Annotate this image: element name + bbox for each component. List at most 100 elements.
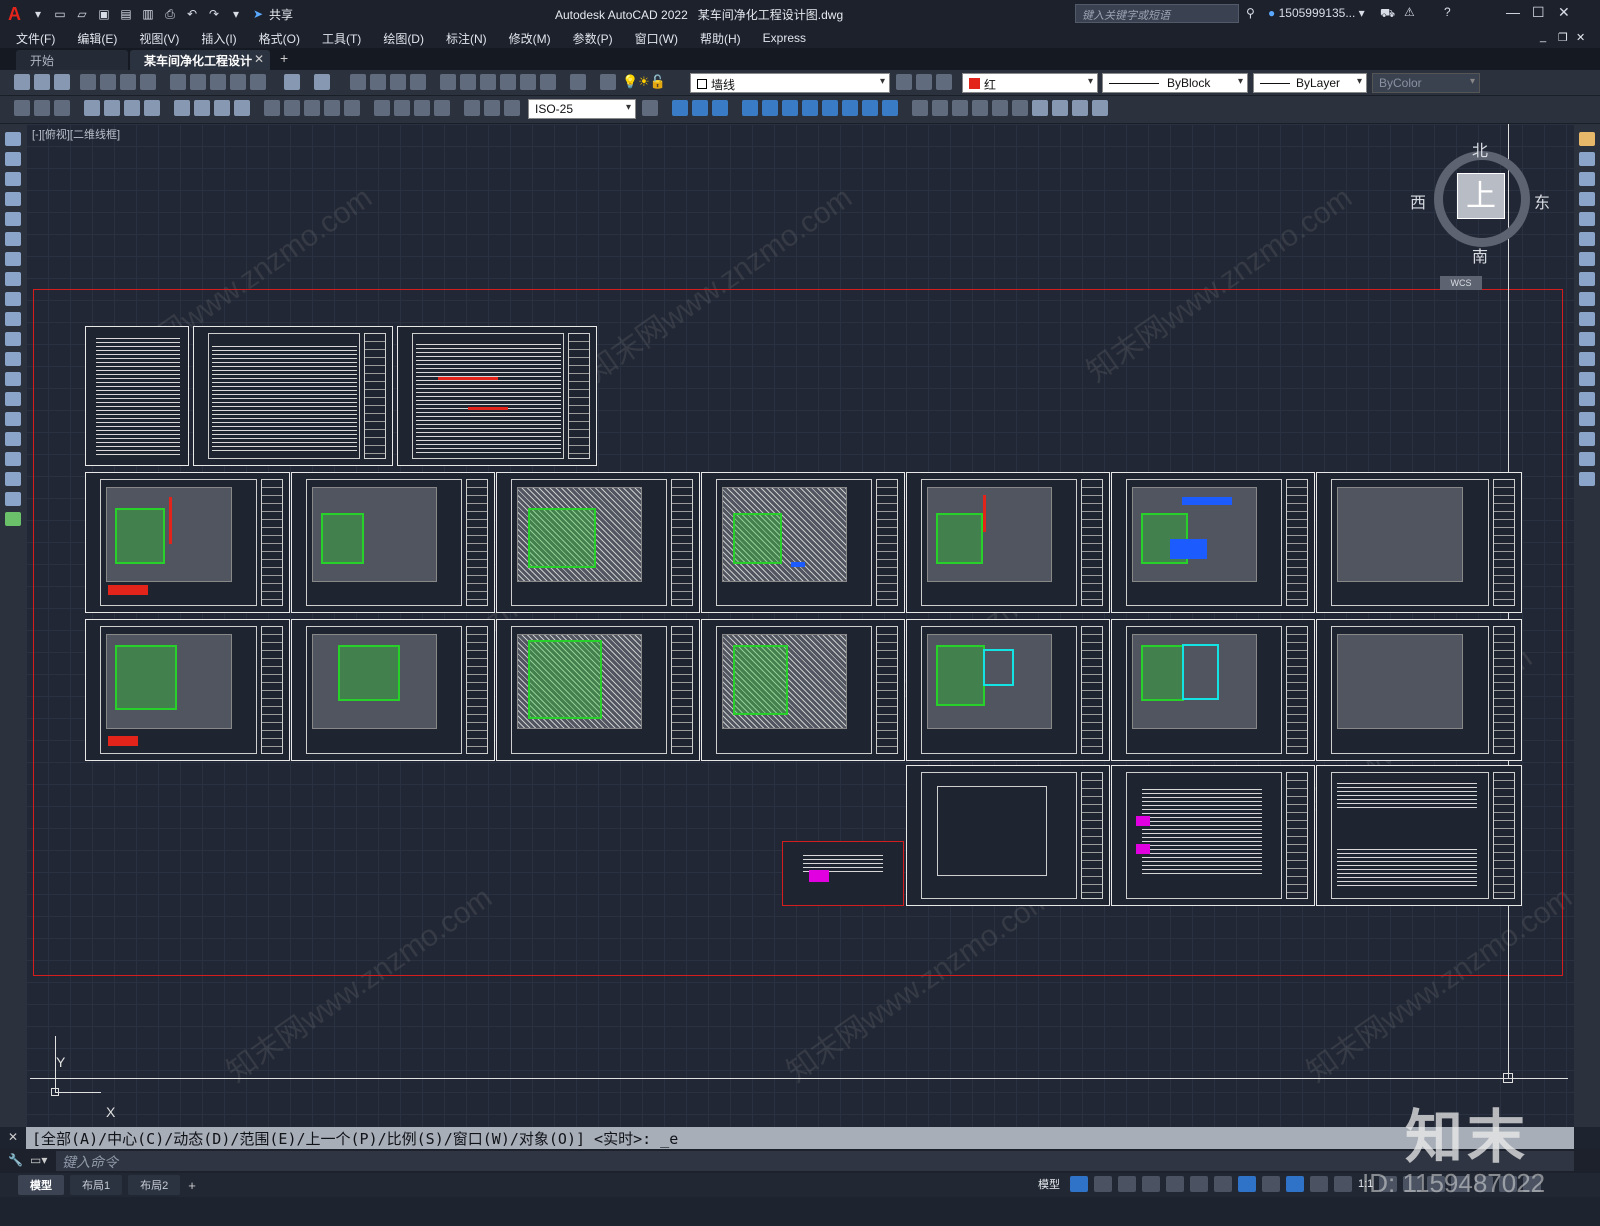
zoom-previous-icon[interactable]	[410, 74, 426, 90]
sheet-drawing-list[interactable]	[85, 326, 189, 466]
modify-explode-icon[interactable]	[1012, 100, 1028, 116]
move-icon[interactable]	[1579, 232, 1595, 246]
sheet-plan-2[interactable]	[291, 472, 495, 613]
qdim-icon[interactable]	[194, 100, 210, 116]
layer-match-icon[interactable]	[936, 74, 952, 90]
trim-icon[interactable]	[1579, 312, 1595, 326]
dim-aligned-icon[interactable]	[34, 100, 50, 116]
rotate-icon[interactable]	[1579, 252, 1595, 266]
wcs-menu[interactable]: WCS	[1440, 276, 1482, 290]
sheet-plan-5[interactable]	[906, 472, 1110, 613]
layer-dropdown[interactable]: 墙线 ▾	[690, 73, 890, 93]
table-icon[interactable]	[5, 472, 21, 486]
command-close-icon[interactable]: ✕	[8, 1130, 18, 1144]
properties-icon[interactable]	[440, 74, 456, 90]
line-icon[interactable]	[5, 132, 21, 146]
plot-icon[interactable]: ⎙	[161, 5, 179, 23]
match-prop-icon[interactable]	[230, 74, 246, 90]
sheet-set-icon[interactable]	[500, 74, 516, 90]
break-icon[interactable]	[1579, 372, 1595, 386]
new-file-icon[interactable]: ▭	[51, 5, 69, 23]
save-as-icon[interactable]: ▤	[117, 5, 135, 23]
doc-restore-icon[interactable]: ❐	[1558, 31, 1568, 44]
scale-icon[interactable]	[1579, 272, 1595, 286]
auto-scale-icon[interactable]	[1310, 1176, 1328, 1192]
add-layout-button[interactable]: +	[188, 1178, 196, 1193]
rectangle-icon[interactable]	[5, 212, 21, 226]
sheet-plan-11[interactable]	[701, 619, 905, 761]
point-icon[interactable]	[5, 392, 21, 406]
object-snap-icon[interactable]	[1214, 1176, 1232, 1192]
command-input[interactable]: 键入命令	[56, 1151, 1574, 1171]
help-toolbar-icon[interactable]	[570, 74, 586, 90]
modify-stretch-icon[interactable]	[842, 100, 858, 116]
blend-curves-icon[interactable]	[1579, 452, 1595, 466]
tab-drawing[interactable]: 某车间净化工程设计图*✕	[130, 50, 270, 85]
insert-block-icon[interactable]	[5, 352, 21, 366]
polar-toggle-icon[interactable]	[1142, 1176, 1160, 1192]
tolerance-icon[interactable]	[304, 100, 320, 116]
sheet-plan-9[interactable]	[291, 619, 495, 761]
linetype-dropdown[interactable]: ByBlock ▾	[1102, 73, 1248, 93]
layer-manager-icon[interactable]	[600, 74, 616, 90]
modify-erase-icon[interactable]	[672, 100, 688, 116]
ortho-toggle-icon[interactable]	[1118, 1176, 1136, 1192]
autocad-logo-icon[interactable]: A	[8, 4, 21, 25]
customize-wrench-icon[interactable]: 🔧	[8, 1153, 23, 1167]
sheet-plan-8[interactable]	[85, 619, 290, 761]
sheet-plan-12[interactable]	[906, 619, 1110, 761]
modify-extend-icon[interactable]	[882, 100, 898, 116]
sheet-plan-10[interactable]	[496, 619, 700, 761]
sheet-site-plan[interactable]	[906, 765, 1110, 906]
zoom-realtime-icon[interactable]	[370, 74, 386, 90]
menu-window[interactable]: 窗口(W)	[625, 30, 688, 47]
dim-break-icon[interactable]	[284, 100, 300, 116]
draworder-back-icon[interactable]	[1052, 100, 1068, 116]
dim-reassociate-icon[interactable]	[504, 100, 520, 116]
modify-chamfer-icon[interactable]	[952, 100, 968, 116]
array-icon[interactable]	[1579, 212, 1595, 226]
ellipse-icon[interactable]	[5, 312, 21, 326]
sheet-plan-13[interactable]	[1111, 619, 1315, 761]
sheet-detail-small[interactable]	[782, 841, 904, 906]
menu-draw[interactable]: 绘图(D)	[373, 30, 434, 47]
dim-arc-icon[interactable]	[54, 100, 70, 116]
dim-update-icon[interactable]	[434, 100, 450, 116]
layout-tab-2[interactable]: 布局2	[128, 1175, 181, 1195]
sheet-system-diagram[interactable]	[1111, 765, 1315, 906]
menu-format[interactable]: 格式(O)	[249, 30, 310, 47]
arc-icon[interactable]	[5, 232, 21, 246]
menu-modify[interactable]: 修改(M)	[499, 30, 561, 47]
modify-trim-icon[interactable]	[862, 100, 878, 116]
layer-state-icons[interactable]: 💡☀🔓	[622, 74, 666, 90]
dim-linear-icon[interactable]	[14, 100, 30, 116]
dim-override-icon[interactable]	[484, 100, 500, 116]
minimize-icon[interactable]: —	[1506, 4, 1520, 20]
cart-icon[interactable]: ⛟	[1380, 6, 1395, 22]
recent-commands-icon[interactable]: ▭▾	[30, 1153, 47, 1167]
modify-fillet-icon[interactable]	[972, 100, 988, 116]
open-file-icon[interactable]: ▱	[73, 5, 91, 23]
jog-line-icon[interactable]	[374, 100, 390, 116]
menu-file[interactable]: 文件(F)	[6, 30, 65, 47]
region-icon[interactable]	[5, 452, 21, 466]
compass-west[interactable]: 西	[1410, 189, 1426, 213]
modify-move-icon[interactable]	[782, 100, 798, 116]
viewcube[interactable]: 上 北 南 西 东	[1408, 137, 1550, 266]
mirror-icon[interactable]	[1579, 172, 1595, 186]
sheet-plan-6[interactable]	[1111, 472, 1315, 613]
color-dropdown[interactable]: 红 ▾	[962, 73, 1098, 93]
copy-icon[interactable]	[190, 74, 206, 90]
revision-cloud-icon[interactable]	[5, 272, 21, 286]
dimstyle-manager-icon[interactable]	[642, 100, 658, 116]
stretch-icon[interactable]	[1579, 292, 1595, 306]
web-mobile-icon[interactable]: ▥	[139, 5, 157, 23]
spline-icon[interactable]	[5, 292, 21, 306]
save-toolbar-icon[interactable]	[54, 74, 70, 90]
tool-palettes-icon[interactable]	[480, 74, 496, 90]
design-center-icon[interactable]	[460, 74, 476, 90]
menu-dimension[interactable]: 标注(N)	[436, 30, 497, 47]
3dprint-icon[interactable]	[140, 74, 156, 90]
menu-view[interactable]: 视图(V)	[129, 30, 189, 47]
extend-icon[interactable]	[1579, 332, 1595, 346]
